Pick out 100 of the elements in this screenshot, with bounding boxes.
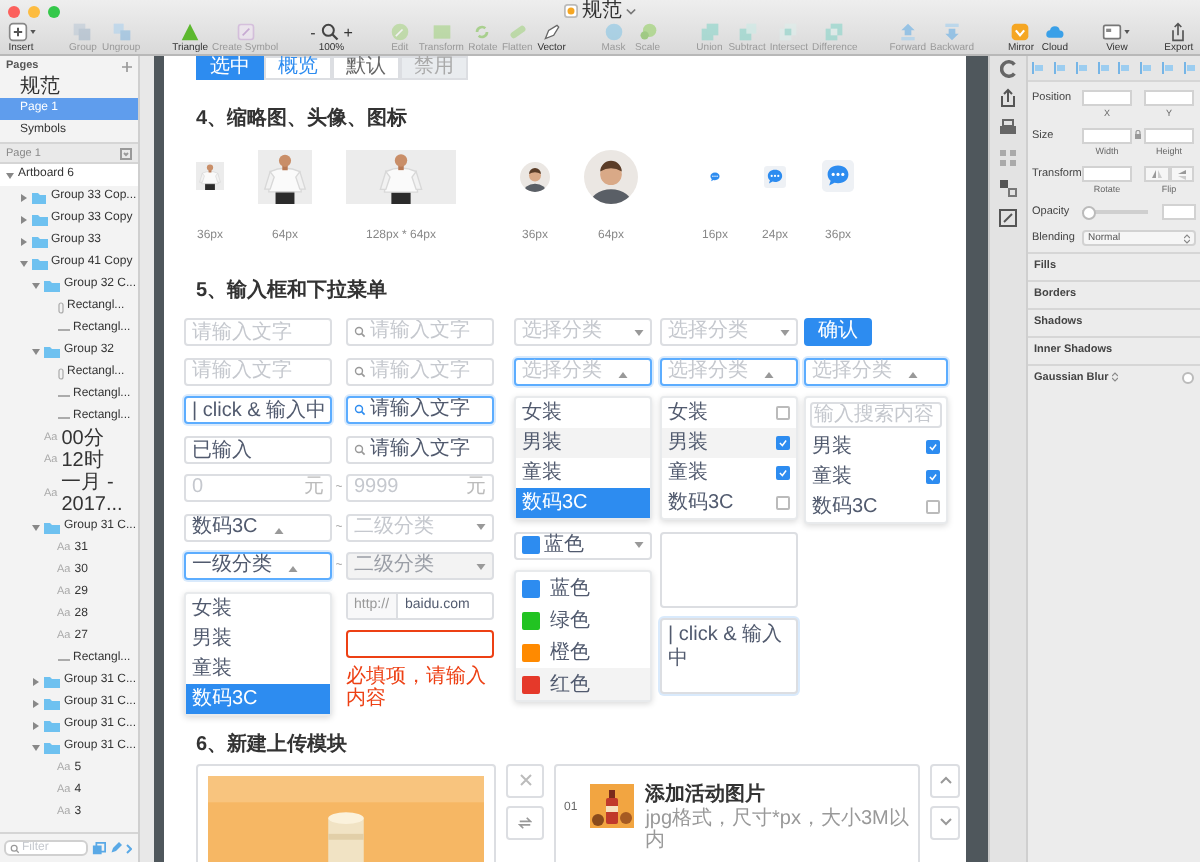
circle-icon — [389, 22, 410, 42]
line-icon — [57, 327, 69, 331]
dropdown-option[interactable]: 童装 — [806, 462, 946, 492]
panel-icon[interactable] — [120, 147, 132, 159]
checkbox[interactable] — [926, 440, 940, 454]
tab[interactable]: 默认 — [332, 56, 400, 80]
swap-icon — [518, 815, 532, 829]
dropdown-option[interactable]: 数码3C — [806, 492, 946, 522]
chevron-icon[interactable] — [126, 843, 132, 853]
align-icon[interactable] — [1075, 62, 1088, 74]
page-item[interactable]: 规范 — [0, 76, 138, 98]
select-field[interactable]: 蓝色 — [514, 531, 652, 559]
minimize-window-button[interactable] — [28, 5, 40, 17]
align-icon[interactable] — [1032, 62, 1045, 74]
plus-icon[interactable] — [122, 61, 132, 71]
dropdown-option[interactable]: 数码3C — [662, 488, 796, 518]
number-field[interactable] — [1082, 128, 1132, 144]
text-area[interactable]: | click & 输入中 — [660, 618, 798, 694]
ring-icon[interactable] — [999, 60, 1017, 78]
replace-button[interactable] — [506, 805, 544, 839]
input-field[interactable]: 9999 — [354, 476, 462, 500]
dropdown-option[interactable]: 绿色 — [516, 604, 650, 636]
flip-vertical-button[interactable] — [1169, 166, 1194, 182]
dropdown-option[interactable]: 童装 — [516, 458, 650, 488]
printer-icon[interactable] — [998, 118, 1018, 138]
chevron-icon[interactable] — [626, 7, 636, 15]
lock-icon[interactable] — [1134, 130, 1142, 140]
disclosure-icon[interactable] — [32, 523, 40, 531]
dropdown-option[interactable]: 男装 — [186, 623, 330, 653]
flip-horizontal-button[interactable] — [1144, 166, 1169, 182]
share-icon[interactable] — [998, 88, 1018, 108]
crop-icon[interactable] — [998, 208, 1018, 228]
dropdown-option[interactable]: 女装 — [662, 398, 796, 428]
toggle[interactable] — [1182, 371, 1194, 383]
rectangle-icon — [57, 367, 63, 379]
align-icon[interactable] — [1161, 62, 1174, 74]
square-icon — [431, 22, 452, 42]
text-area[interactable] — [660, 531, 798, 607]
input-field[interactable]: 0 — [192, 476, 300, 500]
disclosure-icon[interactable] — [19, 193, 27, 201]
align-icon[interactable] — [1054, 62, 1067, 74]
maximize-window-button[interactable] — [48, 5, 60, 17]
caret-icon — [29, 30, 35, 34]
cloud-icon — [1044, 22, 1065, 42]
move-up-button[interactable] — [930, 763, 960, 797]
disclosure-icon[interactable] — [19, 237, 27, 245]
dropdown-option[interactable]: 童装 — [662, 458, 796, 488]
checkbox[interactable] — [776, 496, 790, 510]
move-down-button[interactable] — [930, 805, 960, 839]
checkbox[interactable] — [776, 436, 790, 450]
dropdown-option[interactable]: 女装 — [186, 593, 330, 623]
disclosure-icon[interactable] — [32, 347, 40, 355]
dropdown-option[interactable]: 男装 — [662, 428, 796, 458]
disclosure-icon[interactable] — [32, 281, 40, 289]
number-field[interactable] — [1144, 128, 1194, 144]
disclosure-icon[interactable] — [32, 721, 40, 729]
section-heading: 4、缩略图、头像、图标 — [196, 108, 410, 132]
tab[interactable]: 概览 — [264, 56, 332, 80]
close-window-button[interactable] — [8, 5, 20, 17]
remove-button[interactable] — [506, 763, 544, 797]
dropdown-option[interactable]: 男装 — [516, 428, 650, 458]
dropdown-option[interactable]: 女装 — [516, 398, 650, 428]
checkbox[interactable] — [776, 406, 790, 420]
align-icon[interactable] — [1183, 62, 1196, 74]
disclosure-icon[interactable] — [32, 743, 40, 751]
dropdown-option[interactable]: 红色 — [516, 668, 650, 700]
section-heading: 6、新建上传模块 — [196, 733, 350, 757]
squares-icon[interactable] — [998, 178, 1018, 198]
dropdown-option[interactable]: 橙色 — [516, 636, 650, 668]
text-field[interactable]: 已输入 — [184, 435, 332, 463]
number-field[interactable] — [1082, 90, 1132, 106]
dropdown-option[interactable]: 蓝色 — [516, 572, 650, 604]
disclosure-icon[interactable] — [32, 699, 40, 707]
checkbox[interactable] — [926, 470, 940, 484]
select-field[interactable]: 一级分类 — [184, 552, 332, 580]
checkbox[interactable] — [776, 466, 790, 480]
align-icon[interactable] — [1097, 62, 1110, 74]
grid-icon[interactable] — [998, 148, 1018, 168]
number-field[interactable] — [1082, 166, 1132, 182]
number-field[interactable] — [1144, 90, 1194, 106]
dropdown-option[interactable]: 男装 — [806, 432, 946, 462]
disclosure-icon[interactable] — [6, 171, 14, 179]
align-icon[interactable] — [1118, 62, 1131, 74]
disclosure-icon[interactable] — [32, 677, 40, 685]
text-field[interactable] — [346, 630, 494, 658]
stepper-icon — [1184, 233, 1190, 243]
dropdown-option[interactable]: 童装 — [186, 653, 330, 683]
disclosure-icon[interactable] — [19, 215, 27, 223]
stacked-squares-icon — [111, 22, 132, 42]
layers-icon[interactable] — [92, 841, 106, 855]
select-field[interactable]: 数码3C — [184, 513, 332, 541]
text-field[interactable]: | click & 输入中 — [184, 396, 332, 424]
zoom-out-button[interactable]: - — [310, 23, 316, 41]
zoom-in-button[interactable]: + — [343, 23, 353, 41]
pencil-icon[interactable] — [110, 842, 122, 854]
number-field[interactable] — [1161, 204, 1196, 220]
align-icon[interactable] — [1140, 62, 1153, 74]
disclosure-icon[interactable] — [19, 259, 27, 267]
checkbox[interactable] — [926, 500, 940, 514]
slider-thumb[interactable] — [1082, 205, 1096, 219]
